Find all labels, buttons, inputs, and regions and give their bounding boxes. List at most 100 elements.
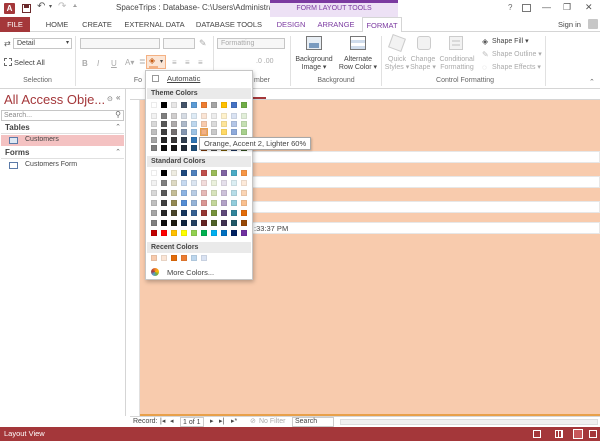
standard-color-swatch[interactable] — [151, 230, 157, 236]
close-button[interactable]: ✕ — [585, 2, 593, 13]
standard-color-swatch[interactable] — [171, 170, 177, 176]
sign-in-link[interactable]: Sign in — [558, 20, 581, 29]
theme-color-swatch[interactable] — [231, 102, 237, 108]
restore-button[interactable]: ❐ — [563, 2, 571, 13]
standard-color-swatch[interactable] — [211, 200, 217, 206]
theme-color-swatch[interactable] — [171, 137, 177, 143]
theme-color-swatch[interactable] — [171, 145, 177, 151]
theme-color-swatch[interactable] — [171, 129, 177, 135]
standard-color-swatch[interactable] — [231, 230, 237, 236]
standard-color-swatch[interactable] — [241, 190, 247, 196]
standard-color-swatch[interactable] — [181, 230, 187, 236]
theme-color-swatch[interactable] — [241, 102, 247, 108]
theme-color-swatch[interactable] — [211, 102, 217, 108]
design-view-icon[interactable] — [589, 430, 597, 438]
standard-color-swatch[interactable] — [161, 170, 167, 176]
recent-color-swatch[interactable] — [181, 255, 187, 261]
theme-color-swatch[interactable] — [191, 129, 197, 135]
more-colors-option[interactable]: More Colors... — [147, 267, 251, 278]
standard-color-swatch[interactable] — [171, 190, 177, 196]
record-search-input[interactable]: Search — [295, 418, 317, 426]
alternate-row-color-button[interactable]: Alternate Row Color ▾ — [335, 56, 381, 72]
tab-external-data[interactable]: EXTERNAL DATA — [121, 17, 188, 32]
search-input[interactable]: Search... — [4, 111, 32, 120]
tab-database-tools[interactable]: DATABASE TOOLS — [194, 17, 264, 32]
standard-color-swatch[interactable] — [191, 180, 197, 186]
standard-color-swatch[interactable] — [231, 210, 237, 216]
minimize-button[interactable]: — — [542, 2, 551, 12]
standard-color-swatch[interactable] — [151, 210, 157, 216]
align-right-icon[interactable]: ≡ — [198, 58, 203, 67]
standard-color-swatch[interactable] — [151, 170, 157, 176]
conditional-formatting-button[interactable]: Conditional Formatting — [436, 56, 478, 72]
form-view-icon[interactable] — [533, 430, 541, 438]
record-position[interactable]: 1 of 1 — [180, 417, 204, 427]
standard-color-swatch[interactable] — [191, 210, 197, 216]
theme-color-swatch[interactable] — [151, 145, 157, 151]
standard-color-swatch[interactable] — [211, 190, 217, 196]
theme-color-swatch[interactable] — [231, 113, 237, 119]
theme-color-swatch[interactable] — [151, 121, 157, 127]
standard-color-swatch[interactable] — [191, 170, 197, 176]
record-search-box[interactable]: Search — [292, 417, 334, 427]
form-field[interactable] — [235, 151, 600, 163]
standard-color-swatch[interactable] — [171, 180, 177, 186]
standard-color-swatch[interactable] — [241, 210, 247, 216]
shape-effects-button[interactable]: Shape Effects ▾ — [492, 63, 541, 71]
theme-color-swatch[interactable] — [211, 129, 217, 135]
number-format-dropdown[interactable]: Formatting — [217, 38, 285, 49]
redo-icon[interactable]: ↷ — [58, 1, 66, 12]
theme-color-swatch[interactable] — [201, 113, 207, 119]
underline-button[interactable]: U — [111, 59, 117, 68]
theme-color-swatch[interactable] — [161, 102, 167, 108]
theme-color-swatch[interactable] — [221, 121, 227, 127]
italic-button[interactable]: I — [97, 59, 99, 68]
theme-color-swatch[interactable] — [231, 129, 237, 135]
theme-color-swatch[interactable] — [181, 137, 187, 143]
standard-color-swatch[interactable] — [161, 190, 167, 196]
bold-button[interactable]: B — [82, 59, 88, 68]
layout-view-icon[interactable] — [573, 429, 583, 439]
standard-color-swatch[interactable] — [191, 230, 197, 236]
nav-search-box[interactable]: Search... ⚲ — [1, 110, 124, 121]
standard-color-swatch[interactable] — [181, 200, 187, 206]
background-image-button[interactable]: Background Image ▾ — [294, 56, 334, 72]
standard-color-swatch[interactable] — [191, 190, 197, 196]
standard-color-swatch[interactable] — [171, 220, 177, 226]
background-color-button[interactable]: ◈ ▾ — [146, 55, 166, 69]
tab-create[interactable]: CREATE — [80, 17, 114, 32]
theme-color-swatch[interactable] — [191, 102, 197, 108]
standard-color-swatch[interactable] — [241, 170, 247, 176]
align-center-icon[interactable]: ≡ — [185, 58, 190, 67]
selection-object-dropdown[interactable]: Detail ▾ — [13, 38, 72, 49]
standard-color-swatch[interactable] — [151, 180, 157, 186]
theme-color-swatch[interactable] — [161, 137, 167, 143]
theme-color-swatch[interactable] — [191, 145, 197, 151]
standard-color-swatch[interactable] — [241, 230, 247, 236]
standard-color-swatch[interactable] — [221, 170, 227, 176]
theme-color-swatch[interactable] — [181, 145, 187, 151]
form-field[interactable] — [235, 201, 600, 213]
automatic-color-option[interactable]: Automatic — [147, 73, 251, 84]
theme-color-swatch[interactable] — [200, 128, 208, 136]
standard-color-swatch[interactable] — [201, 230, 207, 236]
format-painter-icon[interactable]: ✎ — [199, 38, 207, 49]
standard-color-swatch[interactable] — [201, 190, 207, 196]
undo-dropdown-icon[interactable]: ▾ — [49, 3, 52, 10]
standard-color-swatch[interactable] — [171, 230, 177, 236]
theme-color-swatch[interactable] — [161, 113, 167, 119]
standard-color-swatch[interactable] — [181, 220, 187, 226]
standard-color-swatch[interactable] — [201, 200, 207, 206]
standard-color-swatch[interactable] — [211, 180, 217, 186]
theme-color-swatch[interactable] — [191, 137, 197, 143]
theme-color-swatch[interactable] — [181, 129, 187, 135]
theme-color-swatch[interactable] — [241, 121, 247, 127]
ribbon-display-icon[interactable] — [522, 4, 531, 12]
standard-color-swatch[interactable] — [191, 220, 197, 226]
theme-color-swatch[interactable] — [171, 121, 177, 127]
filter-status[interactable]: No Filter — [259, 417, 285, 427]
nav-pane-collapse-icon[interactable]: « — [116, 93, 120, 102]
standard-color-swatch[interactable] — [151, 190, 157, 196]
theme-color-swatch[interactable] — [161, 129, 167, 135]
help-button[interactable]: ? — [508, 3, 512, 12]
